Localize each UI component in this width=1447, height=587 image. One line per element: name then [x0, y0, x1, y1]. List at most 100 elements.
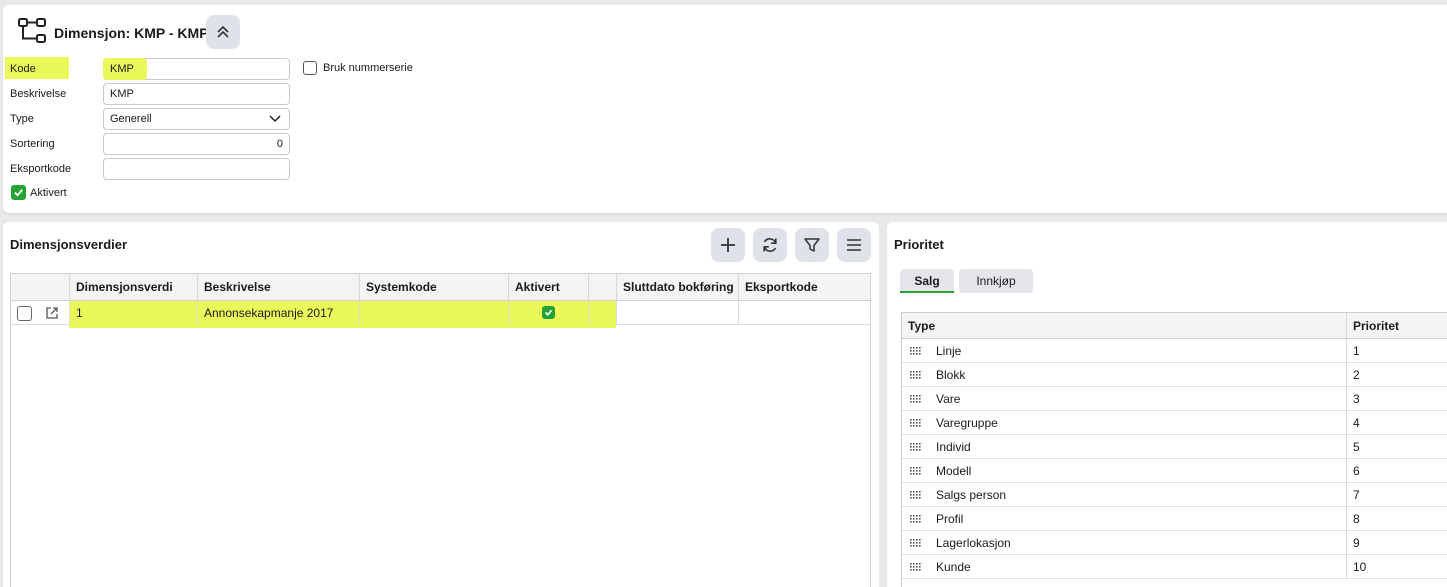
refresh-button[interactable]: [753, 228, 787, 262]
drag-handle-icon[interactable]: [910, 443, 922, 451]
tab-salg[interactable]: Salg: [900, 269, 954, 293]
priority-type: Kunde: [936, 560, 971, 574]
type-select[interactable]: Generell: [103, 108, 290, 130]
priority-value[interactable]: 5: [1346, 435, 1447, 459]
tab-innkjop[interactable]: Innkjøp: [959, 269, 1033, 293]
dimensjonsverdier-panel: Dimensjonsverdier Dimensjonsverdi Beskri…: [3, 222, 879, 587]
add-button[interactable]: [711, 228, 745, 262]
menu-button[interactable]: [837, 228, 871, 262]
cell-systemkode[interactable]: [359, 301, 508, 325]
checkmark-icon: [14, 189, 23, 197]
aktivert-checkbox[interactable]: [11, 185, 26, 200]
list-item[interactable]: Individ 5: [902, 435, 1447, 459]
column-header-aktivert[interactable]: Aktivert: [508, 274, 588, 301]
plus-icon: [721, 238, 735, 252]
cell-eksportkode[interactable]: [738, 301, 871, 325]
drag-handle-icon[interactable]: [910, 419, 922, 427]
drag-handle-icon[interactable]: [910, 347, 922, 355]
cell-blank: [588, 301, 616, 325]
drag-handle-icon[interactable]: [910, 371, 922, 379]
grid-header: Dimensjonsverdi Beskrivelse Systemkode A…: [11, 274, 870, 301]
aktivert-label: Aktivert: [30, 187, 67, 199]
list-item[interactable]: Vare 3: [902, 387, 1447, 411]
drag-handle-icon[interactable]: [910, 395, 922, 403]
cell-sluttdato[interactable]: [616, 301, 738, 325]
bruk-nummerserie-checkbox[interactable]: [303, 61, 317, 75]
priority-value[interactable]: 2: [1346, 363, 1447, 387]
list-item[interactable]: Blokk 2: [902, 363, 1447, 387]
priority-type: Linje: [936, 344, 962, 358]
drag-handle-icon[interactable]: [910, 515, 922, 523]
drag-handle-icon[interactable]: [910, 467, 922, 475]
type-select-value: Generell: [110, 113, 152, 125]
prioritet-grid-header: Type Prioritet: [902, 313, 1447, 339]
list-item[interactable]: Varegruppe 4: [902, 411, 1447, 435]
dimension-form-panel: Dimensjon: KMP - KMP Kode KMP Bruk numme…: [3, 5, 1447, 213]
prioritet-title: Prioritet: [894, 237, 944, 252]
drag-handle-icon[interactable]: [910, 539, 922, 547]
column-header-blank: [588, 274, 616, 301]
checkmark-icon: [544, 309, 553, 316]
beskrivelse-label: Beskrivelse: [10, 88, 67, 100]
priority-type: Vare: [936, 392, 961, 406]
open-external-icon[interactable]: [45, 306, 59, 320]
priority-value[interactable]: 7: [1346, 483, 1447, 507]
cell-aktivert[interactable]: [508, 301, 588, 325]
bruk-nummerserie-label: Bruk nummerserie: [323, 62, 413, 74]
column-header-beskrivelse[interactable]: Beskrivelse: [197, 274, 359, 301]
priority-type: Varegruppe: [936, 416, 998, 430]
priority-type: Lagerlokasjon: [936, 536, 1011, 550]
eksportkode-field[interactable]: [103, 158, 290, 180]
list-item[interactable]: Modell 6: [902, 459, 1447, 483]
priority-value[interactable]: 6: [1346, 459, 1447, 483]
drag-handle-icon[interactable]: [910, 491, 922, 499]
row-aktivert-checkbox[interactable]: [542, 306, 555, 319]
eksportkode-label: Eksportkode: [10, 163, 72, 175]
priority-type: Salgs person: [936, 488, 1007, 502]
page-title: Dimensjon: KMP - KMP: [54, 25, 209, 41]
column-header-systemkode[interactable]: Systemkode: [359, 274, 508, 301]
column-header-dimensjonsverdi[interactable]: Dimensjonsverdi: [69, 274, 197, 301]
chevron-down-icon: [269, 115, 281, 123]
beskrivelse-field[interactable]: KMP: [103, 83, 290, 105]
priority-value[interactable]: 8: [1346, 507, 1447, 531]
filter-button[interactable]: [795, 228, 829, 262]
dimensjonsverdier-grid: Dimensjonsverdi Beskrivelse Systemkode A…: [10, 273, 871, 587]
priority-value[interactable]: 4: [1346, 411, 1447, 435]
column-header-prioritet[interactable]: Prioritet: [1346, 313, 1447, 339]
priority-type: Individ: [936, 440, 971, 454]
row-highlight-underline: [69, 325, 616, 328]
type-label: Type: [10, 113, 34, 125]
sortering-label: Sortering: [10, 138, 55, 150]
column-header-sluttdato[interactable]: Sluttdato bokføring: [616, 274, 738, 301]
list-item[interactable]: Profil 8: [902, 507, 1447, 531]
column-header-type[interactable]: Type: [902, 313, 935, 339]
cell-beskrivelse[interactable]: Annonsekapmanje 2017: [197, 301, 359, 325]
column-header-eksportkode[interactable]: Eksportkode: [738, 274, 871, 301]
drag-handle-icon[interactable]: [910, 563, 922, 571]
list-item[interactable]: Lagerlokasjon 9: [902, 531, 1447, 555]
collapse-button[interactable]: [206, 15, 240, 49]
hamburger-menu-icon: [847, 239, 861, 251]
list-item[interactable]: Salgs person 7: [902, 483, 1447, 507]
list-item[interactable]: Linje 1: [902, 339, 1447, 363]
chevron-double-up-icon: [217, 25, 229, 38]
cell-dimensjonsverdi[interactable]: 1: [69, 301, 197, 325]
priority-type: Profil: [936, 512, 964, 526]
kode-label: Kode: [10, 63, 36, 75]
priority-value[interactable]: 1: [1346, 339, 1447, 363]
kode-field[interactable]: KMP: [103, 58, 147, 80]
list-item[interactable]: Kunde 10: [902, 555, 1447, 579]
hierarchy-icon: [18, 18, 46, 43]
priority-value[interactable]: 9: [1346, 531, 1447, 555]
refresh-icon: [763, 238, 777, 252]
filter-icon: [804, 238, 820, 252]
table-row[interactable]: 1 Annonsekapmanje 2017: [11, 301, 870, 325]
priority-value[interactable]: 10: [1346, 555, 1447, 579]
priority-type: Blokk: [936, 368, 966, 382]
priority-value[interactable]: 3: [1346, 387, 1447, 411]
dimensjonsverdier-title: Dimensjonsverdier: [10, 237, 128, 252]
priority-type: Modell: [936, 464, 972, 478]
sortering-field[interactable]: 0: [103, 133, 290, 155]
row-select-checkbox[interactable]: [17, 306, 32, 321]
